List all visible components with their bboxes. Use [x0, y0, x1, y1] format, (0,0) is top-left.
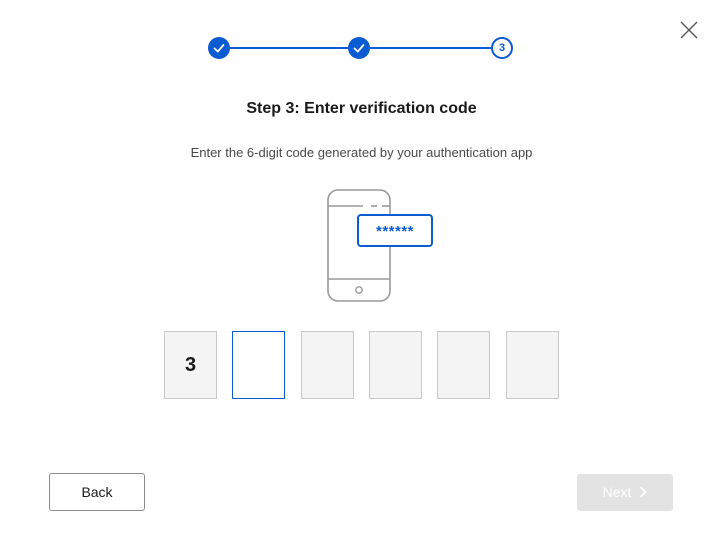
code-digit-4[interactable]: [369, 331, 422, 399]
code-digit-3[interactable]: [301, 331, 354, 399]
page-title: Step 3: Enter verification code: [246, 100, 477, 117]
next-button-label: Next: [602, 483, 632, 500]
close-icon[interactable]: [678, 19, 700, 41]
code-digit-5[interactable]: [437, 331, 490, 399]
back-button[interactable]: Back: [49, 473, 145, 511]
verification-code-input: [164, 331, 564, 399]
step-connector: [370, 47, 491, 49]
code-digit-6[interactable]: [506, 331, 559, 399]
step-2-complete: [348, 37, 370, 59]
page-subtitle: Enter the 6-digit code generated by your…: [190, 145, 533, 160]
next-button[interactable]: Next: [577, 474, 673, 511]
check-icon: [213, 44, 225, 53]
verification-dialog: 3 Step 3: Enter verification code Enter …: [0, 0, 723, 546]
step-3-current: 3: [491, 37, 513, 59]
check-icon: [353, 44, 365, 53]
step-1-complete: [208, 37, 230, 59]
step-connector: [230, 47, 348, 49]
progress-stepper: 3: [208, 37, 518, 59]
chevron-right-icon: [639, 485, 647, 501]
masked-code: ******: [376, 223, 414, 240]
code-digit-2[interactable]: [232, 331, 285, 399]
code-digit-1[interactable]: [164, 331, 217, 399]
phone-password-icon: ******: [325, 188, 435, 303]
